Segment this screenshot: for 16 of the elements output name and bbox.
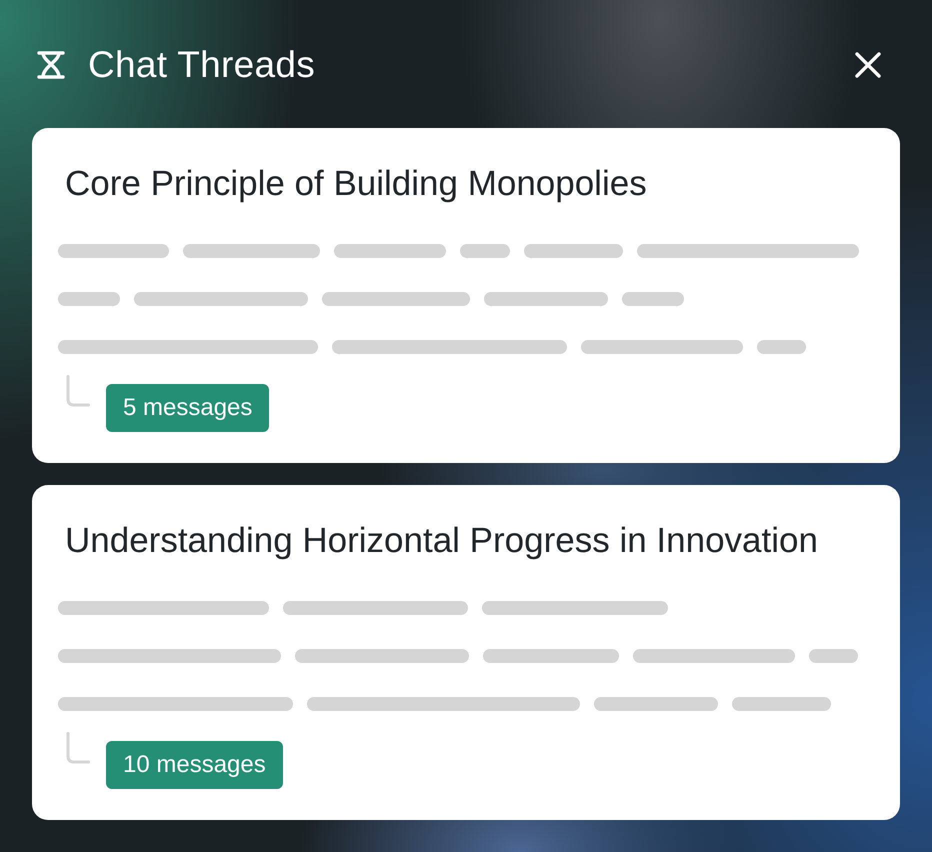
skeleton-line [622,292,684,306]
skeleton-line [809,649,858,663]
hourglass-icon [36,50,66,80]
thread-title: Core Principle of Building Monopolies [65,164,647,204]
thread-card[interactable]: Understanding Horizontal Progress in Innovation 10 messages [32,485,900,820]
message-count-badge: 5 messages [106,384,270,432]
skeleton-line [460,244,510,258]
skeleton-line [58,292,120,306]
connector-line-icon [66,375,90,407]
close-icon [855,52,881,78]
connector-line-icon [66,732,90,764]
panel-title: Chat Threads [88,43,316,87]
thread-card[interactable]: Core Principle of Building Monopolies 5 messages [32,128,900,463]
skeleton-line [757,340,806,354]
thread-title: Understanding Horizontal Progress in Innovation [65,521,818,561]
message-count-badge: 10 messages [106,741,283,789]
